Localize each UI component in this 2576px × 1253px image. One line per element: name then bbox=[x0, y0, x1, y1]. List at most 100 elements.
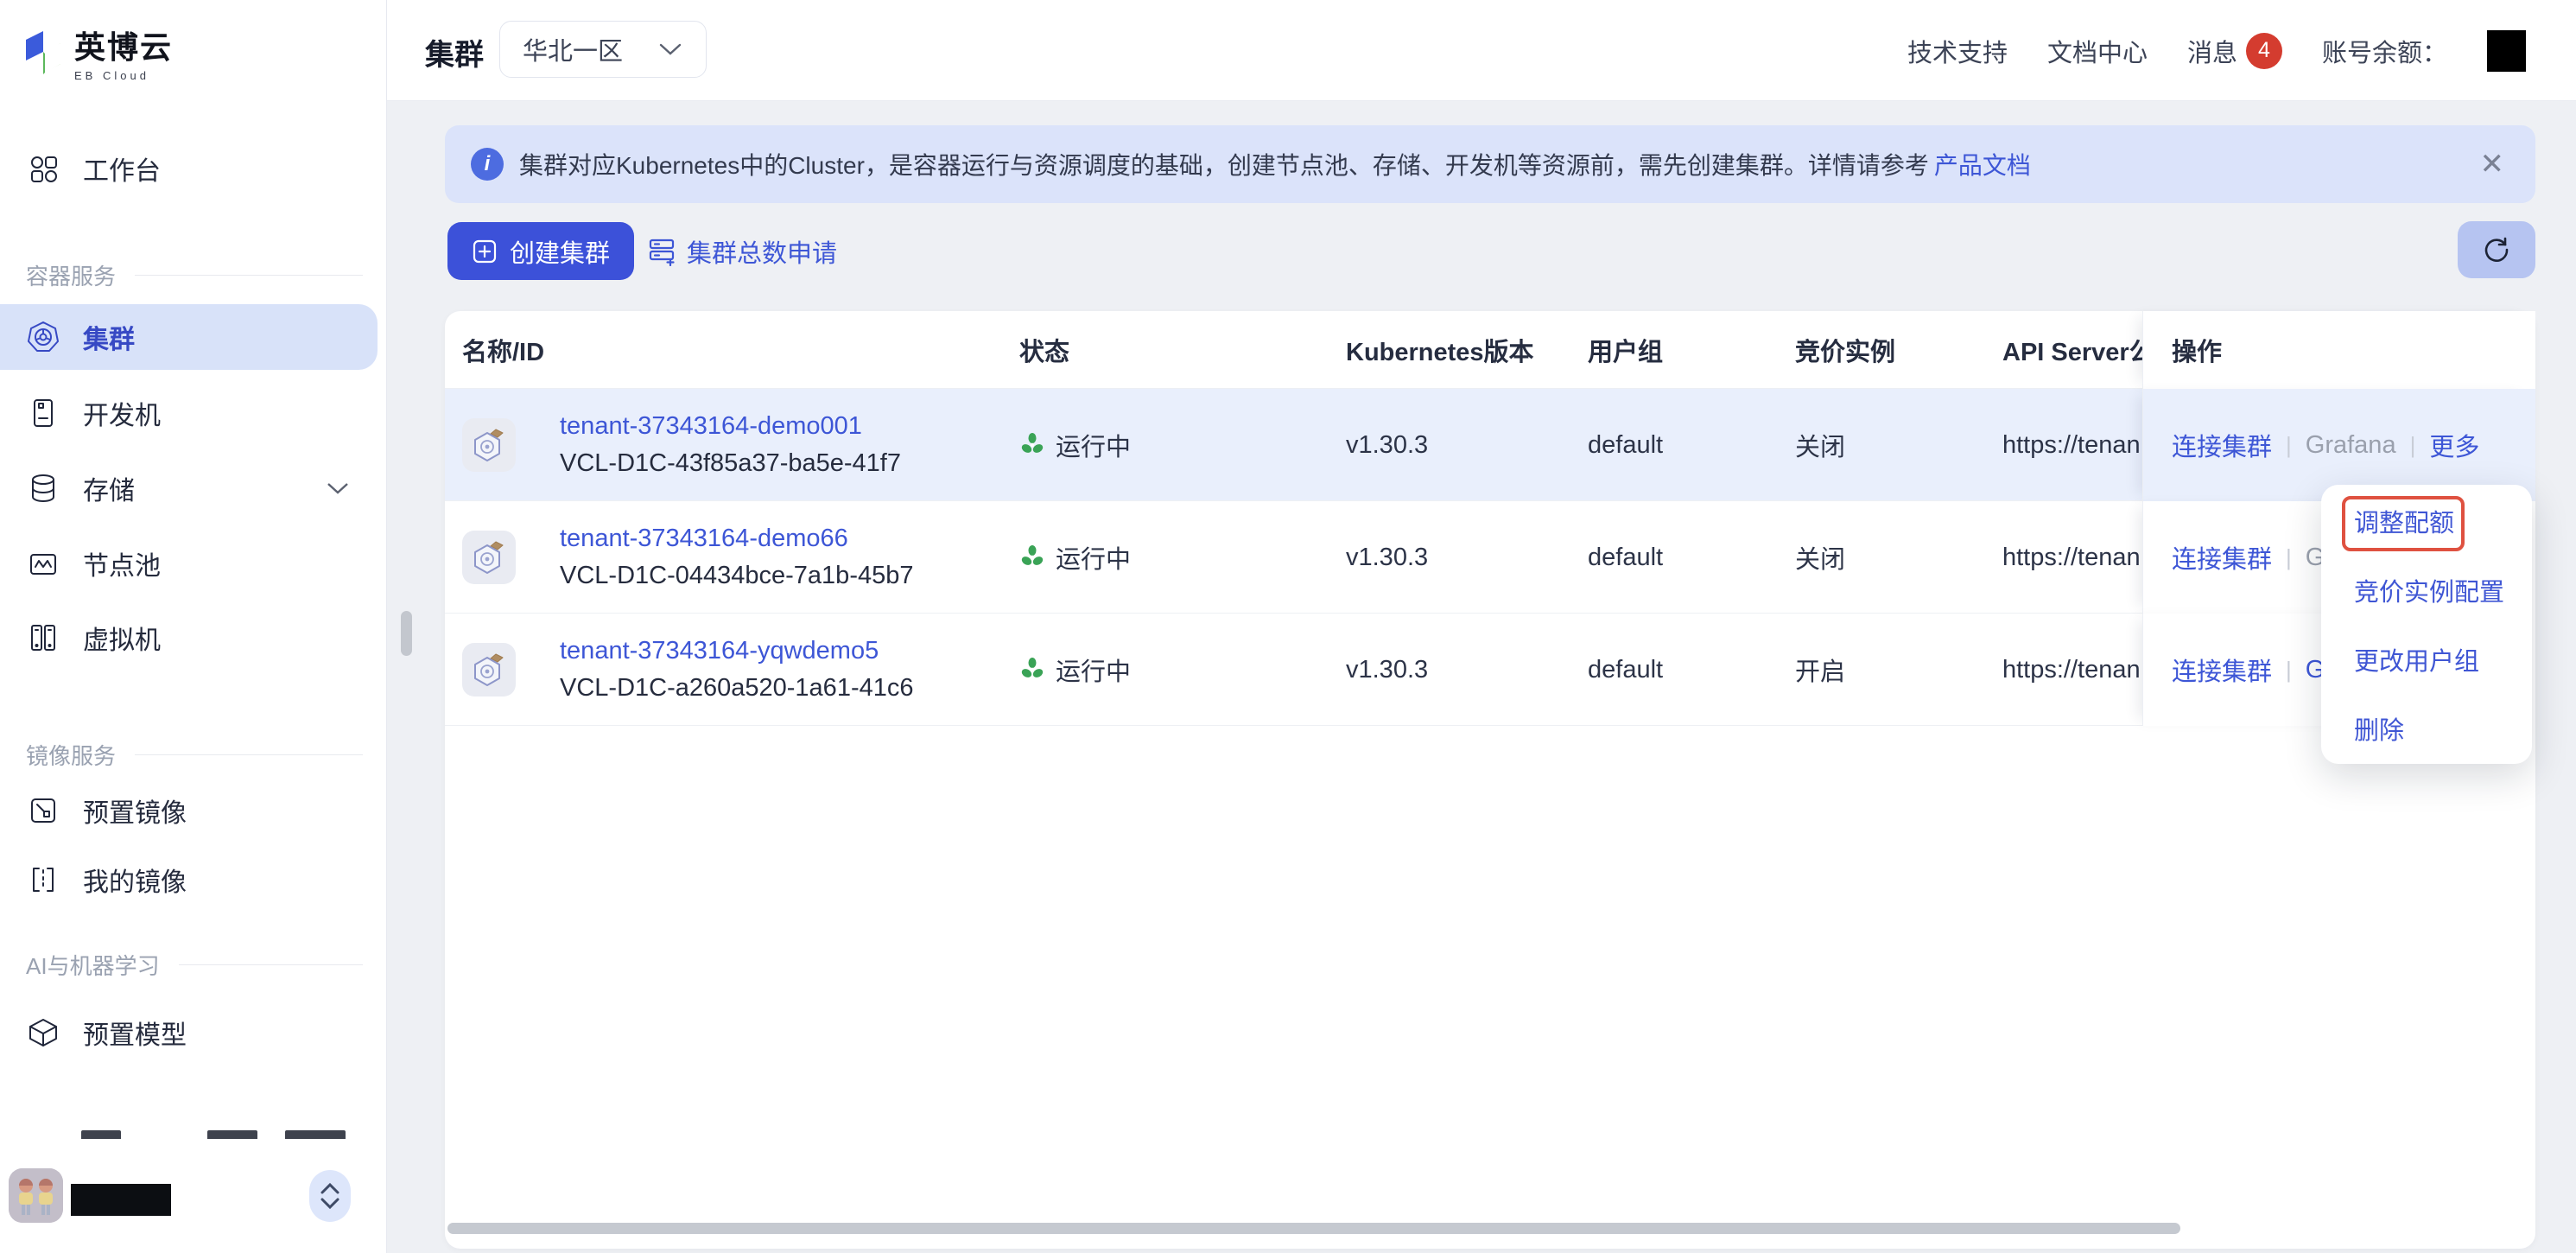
spot-instance: 关闭 bbox=[1795, 427, 1845, 463]
plus-square-icon bbox=[472, 239, 498, 264]
chevron-down-icon[interactable] bbox=[325, 480, 351, 496]
menu-item-change-group[interactable]: 更改用户组 bbox=[2321, 625, 2532, 694]
page-title: 集群 bbox=[425, 31, 484, 73]
cluster-icon bbox=[462, 531, 516, 584]
cluster-name-link[interactable]: tenant-37343164-demo66 bbox=[560, 525, 848, 553]
cluster-icon bbox=[462, 418, 516, 472]
sidebar-item-preset-models[interactable]: 预置模型 bbox=[0, 1000, 387, 1065]
messages-count-badge: 4 bbox=[2246, 33, 2282, 69]
action-divider: | bbox=[2286, 544, 2292, 571]
sidebar-item-label: 开发机 bbox=[83, 394, 161, 432]
user-group: default bbox=[1588, 656, 1663, 684]
support-link[interactable]: 技术支持 bbox=[1907, 33, 2008, 69]
sidebar-scrollbar-thumb[interactable] bbox=[401, 611, 412, 656]
sidebar-item-label: 存储 bbox=[83, 469, 135, 507]
brand-subtitle: EB Cloud bbox=[74, 69, 173, 82]
sidebar-item-devmachine[interactable]: 开发机 bbox=[0, 380, 387, 446]
spot-instance: 关闭 bbox=[1795, 539, 1845, 576]
table-row[interactable]: tenant-37343164-demo66 VCL-D1C-04434bce-… bbox=[445, 501, 2535, 614]
sidebar-item-preset-images[interactable]: 预置镜像 bbox=[0, 778, 387, 843]
cluster-name-link[interactable]: tenant-37343164-yqwdemo5 bbox=[560, 637, 879, 665]
messages-link[interactable]: 消息 4 bbox=[2187, 33, 2282, 69]
col-api: API Server公网 bbox=[2002, 311, 2142, 389]
storage-icon bbox=[26, 471, 60, 506]
sidebar-item-clipped[interactable] bbox=[26, 1120, 354, 1139]
balance-label: 账号余额： bbox=[2322, 33, 2447, 69]
api-server-url: https://tenant bbox=[2002, 544, 2141, 572]
running-fan-icon bbox=[1019, 657, 1045, 683]
balance-redacted bbox=[2487, 30, 2526, 72]
menu-item-adjust-quota[interactable]: 调整配额 bbox=[2321, 487, 2532, 556]
status-running: 运行中 bbox=[1019, 427, 1131, 463]
user-group: default bbox=[1588, 544, 1663, 572]
section-divider bbox=[135, 754, 363, 755]
docs-link[interactable]: 文档中心 bbox=[2047, 33, 2148, 69]
action-divider: | bbox=[2286, 657, 2292, 684]
k8s-version: v1.30.3 bbox=[1346, 656, 1428, 684]
avatar[interactable] bbox=[9, 1168, 63, 1223]
create-cluster-button[interactable]: 创建集群 bbox=[447, 222, 634, 280]
col-group: 用户组 bbox=[1588, 311, 1778, 389]
more-actions-menu: 调整配额 竞价实例配置 更改用户组 删除 bbox=[2321, 485, 2532, 764]
refresh-icon bbox=[2480, 233, 2513, 266]
table-row[interactable]: tenant-37343164-demo001 VCL-D1C-43f85a37… bbox=[445, 389, 2535, 501]
status-running: 运行中 bbox=[1019, 652, 1131, 688]
cluster-icon bbox=[462, 643, 516, 696]
table-row[interactable]: tenant-37343164-yqwdemo5 VCL-D1C-a260a52… bbox=[445, 614, 2535, 726]
banner-text: 集群对应Kubernetes中的Cluster，是容器运行与资源调度的基础，创建… bbox=[519, 147, 1929, 181]
cluster-table: 名称/ID 状态 Kubernetes版本 用户组 竞价实例 API Serve… bbox=[445, 311, 2535, 1249]
product-docs-link[interactable]: 产品文档 bbox=[1934, 147, 2031, 181]
banner-close-icon[interactable]: ✕ bbox=[2480, 149, 2505, 179]
chevron-down-icon bbox=[657, 41, 683, 57]
running-fan-icon bbox=[1019, 544, 1045, 570]
spot-instance: 开启 bbox=[1795, 652, 1845, 688]
section-divider bbox=[179, 964, 363, 965]
brand-logo: 英博云 EB Cloud bbox=[24, 22, 173, 82]
k8s-version: v1.30.3 bbox=[1346, 431, 1428, 460]
menu-item-spot-config[interactable]: 竞价实例配置 bbox=[2321, 556, 2532, 625]
horizontal-scrollbar-thumb[interactable] bbox=[447, 1223, 2180, 1234]
api-server-url: https://tenant bbox=[2002, 656, 2141, 684]
connect-cluster-link[interactable]: 连接集群 bbox=[2172, 427, 2272, 463]
connect-cluster-link[interactable]: 连接集群 bbox=[2172, 652, 2272, 688]
sidebar-item-label: 节点池 bbox=[83, 544, 161, 582]
col-version: Kubernetes版本 bbox=[1346, 311, 1579, 389]
cluster-quota-request-button[interactable]: 集群总数申请 bbox=[647, 222, 837, 280]
api-server-url: https://tenant bbox=[2002, 431, 2141, 460]
sidebar-item-nodepool[interactable]: 节点池 bbox=[0, 531, 387, 596]
brand-name: 英博云 bbox=[74, 22, 173, 67]
action-divider: | bbox=[2410, 432, 2416, 459]
node-pool-icon bbox=[26, 546, 60, 581]
sidebar-item-label: 预置模型 bbox=[83, 1014, 187, 1052]
refresh-button[interactable] bbox=[2458, 221, 2535, 278]
account-switcher-button[interactable] bbox=[309, 1170, 351, 1222]
messages-label: 消息 bbox=[2187, 33, 2237, 69]
more-link[interactable]: 更多 bbox=[2429, 427, 2479, 463]
status-running: 运行中 bbox=[1019, 539, 1131, 576]
menu-item-delete[interactable]: 删除 bbox=[2321, 694, 2532, 763]
cluster-name-link[interactable]: tenant-37343164-demo001 bbox=[560, 412, 862, 441]
table-header-row: 名称/ID 状态 Kubernetes版本 用户组 竞价实例 API Serve… bbox=[445, 311, 2535, 389]
sidebar-item-workbench[interactable]: 工作台 bbox=[0, 136, 387, 201]
preset-image-icon bbox=[26, 793, 60, 828]
sidebar-item-storage[interactable]: 存储 bbox=[0, 455, 387, 521]
user-group: default bbox=[1588, 431, 1663, 460]
region-label: 华北一区 bbox=[523, 31, 623, 67]
sidebar-item-cluster[interactable]: 集群 bbox=[0, 304, 378, 370]
grafana-link-disabled: Grafana bbox=[2306, 431, 2396, 460]
cluster-id: VCL-D1C-04434bce-7a1b-45b7 bbox=[560, 562, 913, 590]
create-cluster-label: 创建集群 bbox=[510, 233, 610, 270]
sidebar-item-my-images[interactable]: 我的镜像 bbox=[0, 847, 387, 913]
col-actions: 操作 bbox=[2142, 311, 2535, 389]
region-selector[interactable]: 华北一区 bbox=[499, 21, 707, 78]
brand-logo-icon bbox=[24, 29, 62, 76]
sidebar-item-vm[interactable]: 虚拟机 bbox=[0, 605, 387, 671]
section-label: 镜像服务 bbox=[26, 739, 116, 771]
workbench-icon bbox=[26, 151, 60, 186]
sidebar-item-label: 我的镜像 bbox=[83, 861, 187, 899]
dev-machine-icon bbox=[26, 396, 60, 430]
topbar: 集群 华北一区 技术支持 文档中心 消息 4 账号余额： bbox=[387, 0, 2576, 101]
sidebar: 英博云 EB Cloud 工作台 容器服务 集群 bbox=[0, 0, 387, 1253]
connect-cluster-link[interactable]: 连接集群 bbox=[2172, 539, 2272, 576]
col-name: 名称/ID bbox=[462, 311, 998, 389]
